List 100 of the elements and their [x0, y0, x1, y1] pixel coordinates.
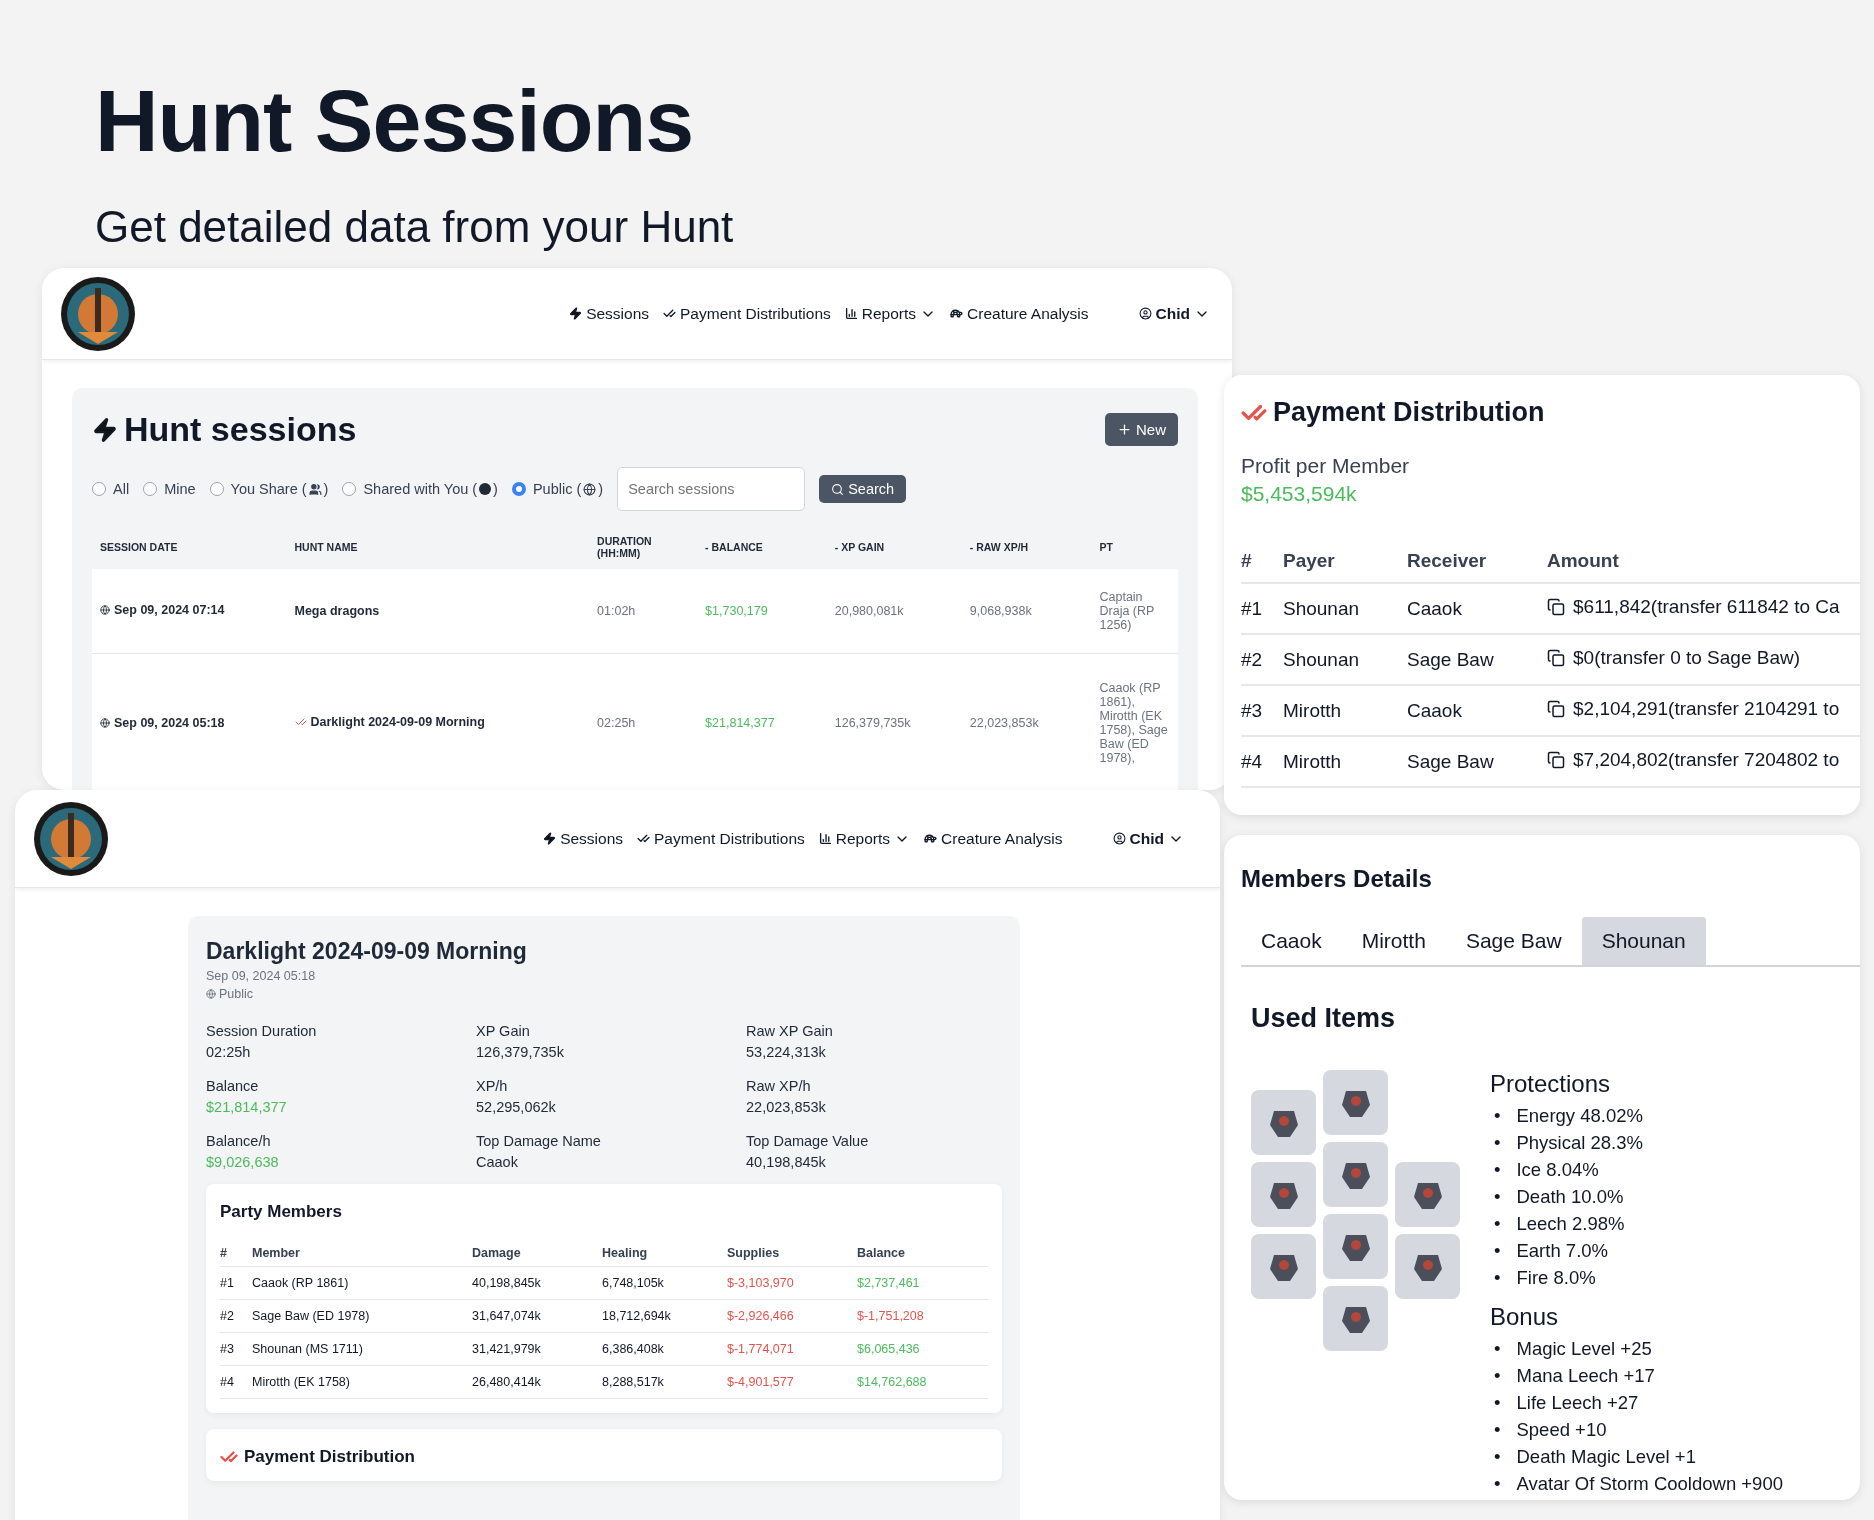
user-menu[interactable]: Chid	[1112, 829, 1184, 848]
copy-icon[interactable]	[1547, 751, 1565, 769]
filter-radio[interactable]: You Share	[209, 481, 298, 497]
bullet-mark: •	[1494, 1472, 1501, 1496]
bullet-mark: •	[1494, 1131, 1501, 1155]
table-cell: #4	[1241, 736, 1283, 787]
bonus-item: Life Leech +27	[1516, 1391, 1639, 1415]
column-header: Member	[252, 1240, 472, 1267]
search-icon	[831, 482, 845, 496]
table-cell: $21,814,377	[697, 653, 827, 790]
column-header: Healing	[602, 1240, 727, 1267]
table-cell: $-3,103,970	[727, 1266, 857, 1300]
dot-icon	[479, 483, 492, 495]
column-header: Payer	[1283, 540, 1407, 583]
radio-button[interactable]	[143, 482, 158, 496]
member-tab[interactable]: Sage Baw	[1445, 917, 1582, 965]
stat-label: Balance/h	[206, 1133, 272, 1149]
filter-radio[interactable]: Public	[511, 481, 573, 497]
table-cell: $-1,751,208	[857, 1299, 988, 1333]
table-cell: #2	[220, 1299, 252, 1333]
radio-button[interactable]	[209, 482, 224, 496]
radio-button[interactable]	[511, 482, 526, 496]
user-menu[interactable]: Chid	[1138, 304, 1210, 323]
column-header: Balance	[857, 1240, 988, 1267]
nav-link[interactable]: Payment Distributions	[637, 829, 805, 848]
stat-label: Raw XP/h	[746, 1078, 812, 1094]
table-cell: 31,647,074k	[472, 1299, 602, 1333]
panel-title: Payment Distribution	[1241, 397, 1860, 428]
copy-icon[interactable]	[1547, 598, 1565, 616]
protection-item: Earth 7.0%	[1516, 1239, 1608, 1263]
filter-radio[interactable]: All	[92, 481, 130, 497]
bullet-mark: •	[1494, 1445, 1501, 1469]
bonus-item: Speed +10	[1516, 1418, 1607, 1442]
section-title: Payment Distribution	[220, 1447, 988, 1467]
nav-link[interactable]: Sessions	[569, 304, 650, 323]
table-cell: Sep 09, 2024 05:18	[92, 653, 287, 790]
stat-label: Balance	[206, 1078, 260, 1094]
radio-button[interactable]	[92, 482, 106, 496]
filter-radio[interactable]: Shared with You	[342, 481, 469, 497]
bullet-mark: •	[1494, 1364, 1501, 1388]
search-field[interactable]: Search sessions	[617, 467, 806, 511]
table-cell: 6,386,408k	[602, 1332, 727, 1366]
table-cell: $1,730,179	[697, 569, 827, 653]
parenthesis-text: )	[598, 481, 604, 497]
bolt-icon	[569, 307, 583, 320]
stat-value: 52,295,062k	[476, 1099, 557, 1115]
table-cell: #1	[220, 1266, 252, 1300]
bullet-mark: •	[1494, 1391, 1501, 1415]
profit-value: $5,453,594k	[1241, 482, 1358, 506]
search-button[interactable]: Search	[819, 475, 907, 503]
globe-icon	[100, 605, 110, 616]
nav-link[interactable]: Creature Analysis	[924, 829, 1063, 848]
nav-link[interactable]: Sessions	[543, 829, 624, 848]
turtle-icon	[924, 832, 938, 845]
nav-link[interactable]: Reports	[818, 829, 911, 848]
nav-link[interactable]: Payment Distributions	[663, 304, 831, 323]
radio-button[interactable]	[342, 482, 357, 496]
stat-value: 126,379,735k	[476, 1044, 565, 1060]
bullet-mark: •	[1494, 1239, 1501, 1263]
table-cell: #1	[1241, 583, 1283, 634]
double-check-icon	[294, 716, 307, 728]
page-title: Hunt sessions	[92, 410, 357, 449]
hero-title: Hunt Sessions	[95, 70, 695, 172]
table-cell: $-1,774,071	[727, 1332, 857, 1366]
new-button[interactable]: New	[1105, 413, 1178, 446]
protection-item: Energy 48.02%	[1516, 1104, 1643, 1128]
stat-value: 22,023,853k	[746, 1099, 827, 1115]
amount-text: $7,204,802(transfer 7204802 to	[1573, 749, 1840, 771]
stat-value: $21,814,377	[206, 1099, 288, 1115]
table-cell: Sage Baw	[1407, 634, 1547, 685]
member-tab[interactable]: Caaok	[1241, 917, 1342, 965]
bullet-mark: •	[1494, 1418, 1501, 1442]
table-cell: 01:02h	[589, 569, 698, 653]
bullet-mark: •	[1494, 1185, 1501, 1209]
column-header: Amount	[1547, 540, 1860, 583]
column-header: Supplies	[727, 1240, 857, 1267]
table-cell: Darklight 2024-09-09 Morning	[286, 653, 590, 790]
parenthesis-text: (	[301, 481, 307, 497]
stat-value: 53,224,313k	[746, 1044, 827, 1060]
table-cell: Caaok (RP 1861), Mirotth (EK 1758), Sage Baw (ED 1978),	[1091, 653, 1178, 790]
member-tab[interactable]: Mirotth	[1341, 917, 1446, 965]
copy-icon[interactable]	[1547, 649, 1565, 667]
filter-radio[interactable]: Mine	[143, 481, 196, 497]
nav-link[interactable]: Creature Analysis	[950, 304, 1089, 323]
member-tab[interactable]: Shounan	[1581, 917, 1706, 965]
logo-icon	[33, 800, 109, 877]
column-header: Damage	[472, 1240, 602, 1267]
nav-link[interactable]: Reports	[844, 304, 937, 323]
protection-item: Ice 8.04%	[1516, 1158, 1599, 1182]
globe-icon	[583, 482, 597, 496]
bullet-mark: •	[1494, 1104, 1501, 1128]
copy-icon[interactable]	[1547, 700, 1565, 718]
table-cell: 6,748,105k	[602, 1266, 727, 1300]
table-cell: 22,023,853k	[961, 653, 1092, 790]
panel-title: Members Details	[1241, 865, 1433, 893]
visibility-label: Public	[206, 987, 1002, 1001]
amount-text: $2,104,291(transfer 2104291 to	[1573, 698, 1840, 720]
table-cell: Sage Baw	[1407, 736, 1547, 787]
table-cell: 20,980,081k	[826, 569, 962, 653]
table-cell: Caaok (RP 1861)	[252, 1266, 472, 1300]
